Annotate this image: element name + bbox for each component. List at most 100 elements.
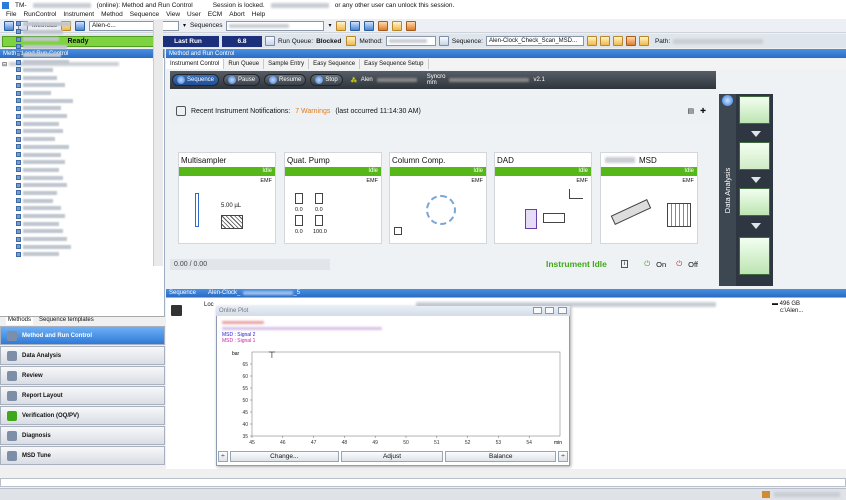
menu-help[interactable]: Help [252, 11, 265, 18]
tree-item[interactable] [2, 82, 150, 90]
minimize-button[interactable] [532, 306, 542, 314]
run-queue-icon[interactable] [265, 36, 275, 46]
sequence-combo[interactable] [226, 20, 325, 31]
layout-list-icon[interactable] [363, 20, 374, 31]
menu-abort[interactable]: Abort [229, 11, 245, 18]
maximize-button[interactable] [545, 306, 555, 314]
menu-method[interactable]: Method [101, 11, 123, 18]
tree-item[interactable] [2, 151, 150, 159]
nav-method-and-run-control[interactable]: Method and Run Control [0, 326, 165, 345]
tree-item[interactable] [2, 220, 150, 228]
tree-item[interactable] [2, 251, 150, 259]
nav-data-analysis[interactable]: Data Analysis [0, 346, 165, 365]
stop-button[interactable]: Stop [310, 74, 343, 86]
globe-icon[interactable] [722, 95, 733, 106]
nav-review[interactable]: Review [0, 366, 165, 385]
tree-scrollbar[interactable] [153, 20, 163, 266]
report-chart-icon[interactable] [739, 188, 770, 216]
module-multisampler[interactable]: Multisampler Idle EMF 5.00 µL [178, 152, 276, 244]
tree-item[interactable] [2, 97, 150, 105]
tree-item[interactable] [2, 212, 150, 220]
pin-icon[interactable]: ✚ [700, 107, 706, 115]
tree-item[interactable] [2, 105, 150, 113]
command-line[interactable] [0, 478, 846, 487]
open-sequence-icon[interactable] [335, 20, 346, 31]
tree-item[interactable] [2, 20, 150, 28]
tab-easy-sequence-setup[interactable]: Easy Sequence Setup [360, 59, 429, 69]
sequence-tag-icon[interactable] [171, 305, 182, 316]
pause-button[interactable]: Pause [223, 74, 261, 86]
menu-file[interactable]: File [6, 11, 16, 18]
report-icon[interactable] [377, 20, 388, 31]
menu-view[interactable]: View [166, 11, 180, 18]
scroll-right-button[interactable]: ÷ [558, 451, 568, 462]
resume-button[interactable]: Resume [264, 74, 307, 86]
change-button[interactable]: Change... [229, 451, 339, 462]
module-dad[interactable]: DAD Idle EMF [494, 152, 592, 244]
off-icon[interactable]: ⏻ [676, 259, 682, 269]
tool-icon-3[interactable] [612, 36, 623, 46]
tree-item[interactable] [2, 120, 150, 128]
nav-verification[interactable]: Verification (OQ/PV) [0, 406, 165, 425]
tool-icon-5[interactable] [638, 36, 649, 46]
nav-report-layout[interactable]: Report Layout [0, 386, 165, 405]
tree-item[interactable] [2, 128, 150, 136]
tree-item[interactable] [2, 197, 150, 205]
balance-scale-icon[interactable] [739, 142, 770, 170]
lock-icon[interactable] [405, 20, 416, 31]
tree-item[interactable] [2, 89, 150, 97]
nav-diagnosis[interactable]: Diagnosis [0, 426, 165, 445]
tab-sample-entry[interactable]: Sample Entry [264, 59, 310, 69]
chromatogram-icon[interactable] [739, 96, 770, 124]
warnings-link[interactable]: 7 Warnings [295, 108, 330, 115]
menu-runcontrol[interactable]: RunControl [23, 11, 56, 18]
notes-icon[interactable]: ▤ [688, 107, 695, 115]
tree-item[interactable] [2, 74, 150, 82]
tree-item[interactable] [2, 228, 150, 236]
dropdown-arrow-icon[interactable]: ▾ [328, 22, 331, 29]
tree-item[interactable] [2, 112, 150, 120]
tree-item[interactable] [2, 66, 150, 74]
database-icon[interactable] [739, 237, 770, 275]
sequence-icon[interactable] [438, 36, 449, 46]
tree-item[interactable] [2, 189, 150, 197]
tree-item[interactable] [2, 58, 150, 66]
tree-item[interactable] [2, 35, 150, 43]
info-icon[interactable]: i [620, 260, 629, 268]
on-icon[interactable]: ⏻ [644, 259, 650, 269]
tree-item[interactable] [2, 135, 150, 143]
close-button[interactable] [558, 306, 567, 314]
dropdown-arrow-icon[interactable]: ▾ [183, 22, 186, 29]
on-button[interactable]: On [656, 260, 666, 269]
online-plot-titlebar[interactable]: Online Plot [216, 306, 570, 316]
menu-instrument[interactable]: Instrument [63, 11, 94, 18]
module-msd[interactable]: MSD Idle EMF [600, 152, 698, 244]
module-quat-pump[interactable]: Quat. Pump Idle EMF 0.0 0.0 0.0 100.0 [284, 152, 382, 244]
tab-methods[interactable]: Methods [6, 317, 34, 325]
method-icon[interactable] [346, 36, 357, 46]
tree-item[interactable] [2, 158, 150, 166]
tree-item[interactable] [2, 181, 150, 189]
tree-item[interactable] [2, 166, 150, 174]
tree-item[interactable] [2, 174, 150, 182]
tool-icon-1[interactable] [586, 36, 597, 46]
tree-item[interactable] [2, 243, 150, 251]
menu-sequence[interactable]: Sequence [130, 11, 159, 18]
layout-grid-icon[interactable] [349, 20, 360, 31]
sequence-button[interactable]: Sequence [172, 74, 220, 86]
tree-item[interactable] [2, 143, 150, 151]
tab-easy-sequence[interactable]: Easy Sequence [309, 59, 361, 69]
scroll-left-button[interactable]: ÷ [218, 451, 228, 462]
tab-run-queue[interactable]: Run Queue [224, 59, 265, 69]
nav-msd-tune[interactable]: MSD Tune [0, 446, 165, 465]
off-button[interactable]: Off [688, 260, 698, 269]
adjust-button[interactable]: Adjust [340, 451, 444, 462]
module-column-comp[interactable]: Column Comp. Idle EMF [389, 152, 487, 244]
tree-item[interactable] [2, 205, 150, 213]
menu-user[interactable]: User [187, 11, 201, 18]
tab-sequence-templates[interactable]: Sequence templates [39, 317, 94, 325]
balance-button[interactable]: Balance [445, 451, 557, 462]
folder-icon[interactable] [391, 20, 402, 31]
menu-ecm[interactable]: ECM [208, 11, 222, 18]
tree-item[interactable] [2, 28, 150, 36]
